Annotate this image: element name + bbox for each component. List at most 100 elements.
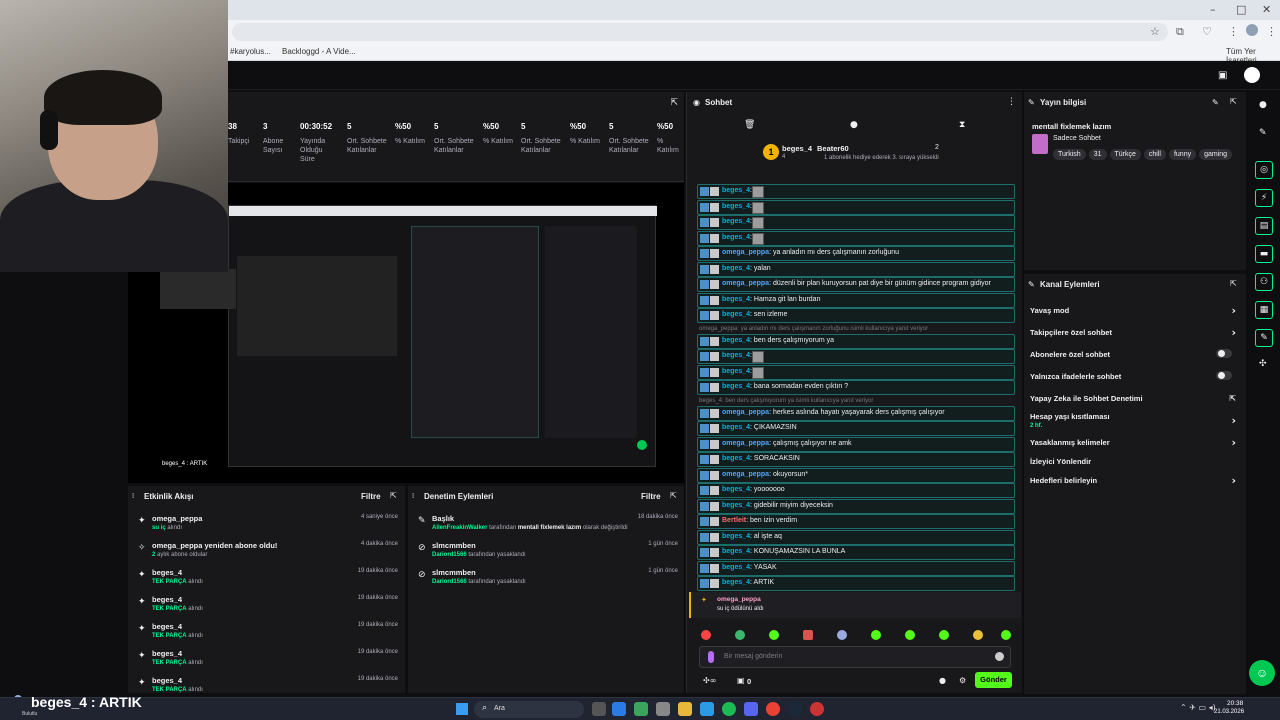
- tray-icons[interactable]: ⌃ ✈ ▭ ◂): [1180, 703, 1216, 712]
- tag[interactable]: Turkish: [1053, 149, 1086, 160]
- chat-message[interactable]: omega_peppa: düzenli bir plan kuruyorsun…: [697, 277, 1015, 292]
- chat-message[interactable]: beges_4: bana sormadan evden çıktın ?: [697, 380, 1015, 395]
- moderation-filter-button[interactable]: Filtre: [641, 492, 661, 501]
- chat-message[interactable]: beges_4: YASAK: [697, 560, 1015, 576]
- help-button[interactable]: ☺: [1249, 660, 1275, 686]
- emote-icon[interactable]: [871, 630, 881, 640]
- image-thumbnail[interactable]: [752, 186, 764, 198]
- chat-message[interactable]: beges_4:: [697, 199, 1015, 215]
- tag[interactable]: Türkçe: [1109, 149, 1141, 160]
- drag-icon[interactable]: ⁞: [412, 492, 414, 500]
- emote-icon[interactable]: [973, 630, 983, 640]
- app-icon[interactable]: [634, 702, 648, 716]
- app-icon[interactable]: [810, 702, 824, 716]
- chat-username[interactable]: beges_4: [722, 548, 750, 555]
- folder-icon[interactable]: [678, 702, 692, 716]
- tag[interactable]: 31: [1088, 149, 1107, 160]
- chat-message[interactable]: beges_4: ARTIK: [697, 576, 1015, 591]
- emote-icon[interactable]: [939, 630, 949, 640]
- raid-row[interactable]: İzleyici Yönlendir: [1030, 457, 1240, 466]
- chat-message[interactable]: beges_4:: [697, 364, 1015, 380]
- emote-icon[interactable]: [701, 630, 711, 640]
- banned-words-row[interactable]: Yasaklanmış kelimeler ›: [1030, 436, 1240, 449]
- image-thumbnail[interactable]: [752, 366, 764, 379]
- edit-icon[interactable]: ✎: [1212, 98, 1219, 107]
- extensions-icon[interactable]: ⧉: [1176, 25, 1184, 39]
- chat-message[interactable]: beges_4:: [697, 230, 1015, 246]
- send-button[interactable]: Gönder: [975, 672, 1012, 688]
- followers-only-row[interactable]: Takipçilere özel sohbet ›: [1030, 326, 1240, 339]
- chat-username[interactable]: omega_peppa: [722, 440, 769, 447]
- chat-message[interactable]: beges_4:: [697, 215, 1015, 230]
- url-input[interactable]: [232, 23, 1168, 41]
- emote-icon[interactable]: [1001, 630, 1011, 640]
- info-icon[interactable]: ●: [1259, 100, 1267, 110]
- image-thumbnail[interactable]: [752, 201, 764, 214]
- taskbar-search[interactable]: ⌕ Ara: [474, 701, 584, 718]
- discord-icon[interactable]: [744, 702, 758, 716]
- emote-only-toggle[interactable]: [1216, 371, 1232, 380]
- chat-username[interactable]: beges_4: [722, 579, 750, 586]
- trash-icon[interactable]: 🗑: [744, 120, 755, 130]
- chat-icon[interactable]: ▬: [1255, 245, 1273, 263]
- chat-message[interactable]: beges_4:: [697, 349, 1015, 364]
- lightning-icon[interactable]: ⚡: [1255, 189, 1273, 207]
- account-age-row[interactable]: Hesap yaşı kısıtlaması 2 hf. ›: [1030, 412, 1240, 429]
- steam-icon[interactable]: [788, 702, 802, 716]
- star-icon[interactable]: ☆: [1150, 25, 1160, 38]
- chat-username[interactable]: omega_peppa: [722, 280, 769, 287]
- chat-username[interactable]: beges_4: [722, 424, 750, 431]
- chat-message[interactable]: omega_peppa: ya anladın mı ders çalışman…: [697, 246, 1015, 261]
- app-icon[interactable]: [612, 702, 626, 716]
- chat-username[interactable]: beges_4: [722, 337, 750, 344]
- image-thumbnail[interactable]: [752, 217, 764, 229]
- emote-icon[interactable]: [769, 630, 779, 640]
- emote-icon[interactable]: [905, 630, 915, 640]
- chat-message[interactable]: beges_4: KONUŞAMAZSIN LA BUNLA: [697, 545, 1015, 560]
- windows-start-icon[interactable]: [456, 703, 468, 715]
- popout-icon[interactable]: ⇱: [390, 491, 397, 500]
- activity-filter-button[interactable]: Filtre: [361, 492, 381, 501]
- user-avatar[interactable]: [1244, 67, 1260, 83]
- maximize-icon[interactable]: □: [1236, 3, 1246, 16]
- profile-avatar[interactable]: [1246, 24, 1258, 36]
- bubble-icon[interactable]: ●: [850, 120, 858, 130]
- bookmark-item[interactable]: #karyolus...: [230, 47, 271, 56]
- taskview-icon[interactable]: [592, 702, 606, 716]
- menu-icon[interactable]: ⋮: [1228, 25, 1239, 38]
- image-thumbnail[interactable]: [752, 232, 764, 245]
- chat-message[interactable]: omega_peppa: okuyorsun*: [697, 467, 1015, 483]
- chat-message[interactable]: beges_4: yooooooo: [697, 483, 1015, 498]
- tag[interactable]: funny: [1168, 149, 1197, 160]
- chat-username[interactable]: beges_4: [722, 533, 750, 540]
- chat-username[interactable]: omega_peppa: [722, 471, 769, 478]
- bookmark-item[interactable]: Backloggd - A Vide...: [282, 47, 356, 56]
- rail-button[interactable]: ◎: [1255, 161, 1273, 179]
- popout-icon[interactable]: ⇱: [670, 98, 678, 108]
- chat-message[interactable]: beges_4: ben ders çalışmıyorum ya: [697, 333, 1015, 349]
- chat-username[interactable]: beges_4: [722, 218, 750, 225]
- chat-message[interactable]: beges_4: sen izleme: [697, 308, 1015, 323]
- chat-username[interactable]: beges_4: [722, 502, 750, 509]
- chat-message[interactable]: beges_4: yalan: [697, 261, 1015, 277]
- apps-icon[interactable]: ✣: [1259, 359, 1267, 369]
- monitor-icon[interactable]: ▣: [1218, 70, 1227, 81]
- chat-message[interactable]: beges_4: ÇIKAMAZSIN: [697, 421, 1015, 436]
- wrench-icon[interactable]: ✎: [1255, 329, 1273, 347]
- app-icon[interactable]: [700, 702, 714, 716]
- chat-username[interactable]: beges_4: [722, 383, 750, 390]
- edit-icon[interactable]: ✎: [1259, 128, 1267, 138]
- chat-message[interactable]: beges_4: al işte aq: [697, 529, 1015, 545]
- chat-username[interactable]: beges_4: [722, 352, 750, 359]
- popout-icon[interactable]: ⇱: [1230, 97, 1237, 106]
- close-icon[interactable]: ✕: [1262, 3, 1271, 16]
- chat-username[interactable]: beges_4: [722, 234, 750, 241]
- chat-settings-icon[interactable]: ●: [939, 676, 946, 685]
- subscribers-only-toggle[interactable]: [1216, 349, 1232, 358]
- emoji-icon[interactable]: [995, 652, 1004, 661]
- chat-username[interactable]: omega_peppa: [722, 249, 769, 256]
- drag-icon[interactable]: ⁞: [132, 492, 134, 500]
- document-icon[interactable]: ▤: [1255, 217, 1273, 235]
- users-icon[interactable]: ⚇: [1255, 273, 1273, 291]
- chat-username[interactable]: beges_4: [722, 368, 750, 375]
